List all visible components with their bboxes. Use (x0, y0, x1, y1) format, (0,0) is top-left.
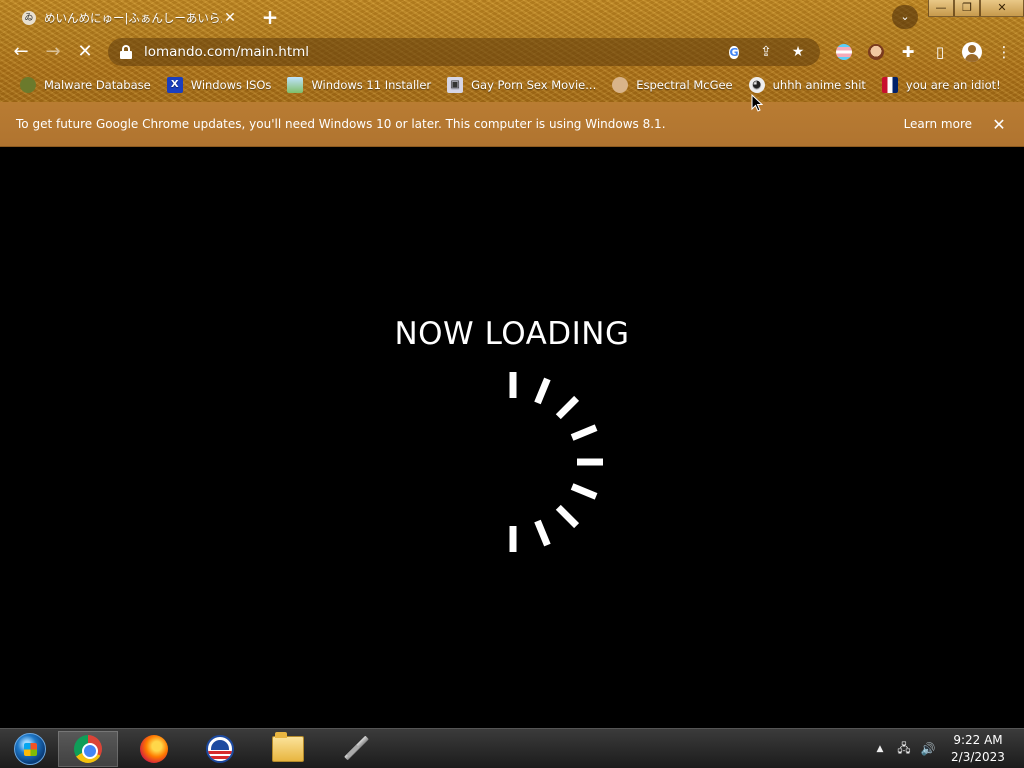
taskbar-firefox[interactable] (124, 731, 184, 767)
chrome-icon (74, 735, 102, 763)
taskbar: ▲ 🖧 🔊 9:22 AM 2/3/2023 (0, 728, 1024, 768)
bookmark-label: Malware Database (44, 78, 151, 92)
bookmark-windows-11-installer[interactable]: Windows 11 Installer (279, 74, 439, 96)
taskbar-chrome[interactable] (58, 731, 118, 767)
malware-icon (20, 77, 36, 93)
loading-spinner (509, 372, 603, 552)
start-button[interactable] (0, 731, 60, 767)
url-text[interactable]: lomando.com/main.html (144, 44, 714, 60)
browser-frame: ゐ めいんめにゅー|ふぁんしーあいらんど ✕ + ⌄ — ❐ ✕ ← → ✕ l… (0, 0, 1024, 102)
spinner-tick (555, 504, 580, 529)
tab-favicon-icon: ゐ (22, 11, 36, 25)
share-icon[interactable]: ⇪ (754, 40, 778, 64)
mouse-cursor (751, 94, 763, 112)
bookmark-label: uhhh anime shit (772, 78, 866, 92)
taskbar-file-explorer[interactable] (258, 731, 318, 767)
extensions-puzzle-icon[interactable]: ✚ (892, 39, 924, 65)
spinner-tick (534, 377, 551, 405)
anime-icon: ◕ (748, 77, 765, 93)
face-extension-icon[interactable] (860, 39, 892, 65)
learn-more-link[interactable]: Learn more (904, 117, 972, 131)
taskbar-obama-app[interactable] (190, 731, 250, 767)
show-hidden-icons-arrow[interactable]: ▲ (868, 744, 892, 754)
tab-close-icon[interactable]: ✕ (222, 10, 238, 26)
bookmark-label: Windows 11 Installer (311, 78, 432, 92)
tab-main-menu[interactable]: ゐ めいんめにゅー|ふぁんしーあいらんど ✕ (8, 2, 248, 34)
window-controls: — ❐ ✕ (928, 0, 1024, 18)
bookmark-malware-database[interactable]: Malware Database (12, 74, 159, 96)
update-infobar: To get future Google Chrome updates, you… (0, 102, 1024, 147)
spinner-tick (534, 519, 551, 547)
bookmark-star-icon[interactable]: ★ (786, 40, 810, 64)
sword-icon (342, 735, 370, 763)
toolbar-right: ✚ ▯ ⋮ (828, 39, 1020, 65)
minimize-button[interactable]: — (928, 0, 954, 17)
spinner-ticks (509, 372, 603, 552)
obama-logo-icon (206, 735, 234, 763)
bookmark-espectral-mcgee[interactable]: Espectral McGee (604, 74, 740, 96)
clock[interactable]: 9:22 AM 2/3/2023 (938, 732, 1018, 766)
back-button[interactable]: ← (8, 39, 34, 65)
monitor-icon: ▣ (447, 77, 464, 93)
installer-icon (287, 77, 304, 93)
tab-title: めいんめにゅー|ふぁんしーあいらんど (44, 11, 222, 25)
window-close-button[interactable]: ✕ (980, 0, 1024, 17)
volume-icon[interactable]: 🔊 (916, 742, 940, 756)
new-tab-button[interactable]: + (258, 5, 282, 29)
tab-search-button[interactable]: ⌄ (892, 5, 918, 29)
clock-date: 2/3/2023 (951, 750, 1005, 764)
address-bar[interactable]: lomando.com/main.html G ⇪ ★ (108, 38, 820, 66)
trans-flag-extension-icon[interactable] (828, 39, 860, 65)
stop-loading-button[interactable]: ✕ (72, 39, 98, 65)
bookmark-windows-isos[interactable]: X Windows ISOs (159, 74, 280, 96)
firefox-icon (140, 735, 168, 763)
character-icon (612, 77, 629, 93)
taskbar-sword-app[interactable] (326, 731, 386, 767)
google-lens-icon[interactable]: G (722, 40, 746, 64)
spinner-tick (570, 483, 598, 500)
bookmark-gp-movie[interactable]: ▣ Gay Porn Sex Movie... (439, 74, 604, 96)
bookmark-label: Espectral McGee (636, 78, 733, 92)
chrome-menu-icon[interactable]: ⋮ (988, 39, 1020, 65)
spinner-tick (570, 424, 598, 441)
bookmark-label: Gay Porn Sex Movie... (471, 78, 597, 92)
bookmark-label: Windows ISOs (190, 78, 272, 92)
start-orb-icon (14, 733, 46, 765)
x-icon: X (166, 77, 183, 93)
bookmark-anime[interactable]: ◕ uhhh anime shit (741, 74, 874, 96)
side-panel-icon[interactable]: ▯ (924, 39, 956, 65)
infobar-message: To get future Google Chrome updates, you… (16, 117, 666, 131)
bookmarks-bar: Malware Database X Windows ISOs Windows … (0, 72, 1024, 98)
system-tray: ▲ 🖧 🔊 (868, 729, 940, 768)
lock-icon[interactable] (120, 45, 132, 59)
tab-strip: ゐ めいんめにゅー|ふぁんしーあいらんど ✕ + ⌄ — ❐ ✕ (0, 0, 1024, 34)
bookmark-you-are-an-idiot[interactable]: you are an idiot! (874, 74, 1009, 96)
forward-button[interactable]: → (40, 39, 66, 65)
infobar-close-icon[interactable]: ✕ (990, 115, 1008, 134)
bookmark-label: you are an idiot! (905, 78, 1001, 92)
clock-time: 9:22 AM (953, 733, 1003, 747)
network-icon[interactable]: 🖧 (892, 739, 916, 760)
folder-icon (272, 732, 304, 762)
page-content: NOW LOADING (0, 148, 1024, 728)
toolbar: ← → ✕ lomando.com/main.html G ⇪ ★ ✚ ▯ ⋮ (0, 36, 1024, 68)
flag-icon (881, 77, 898, 93)
spinner-tick (555, 395, 580, 420)
profile-avatar-icon[interactable] (956, 39, 988, 65)
restore-button[interactable]: ❐ (954, 0, 980, 17)
